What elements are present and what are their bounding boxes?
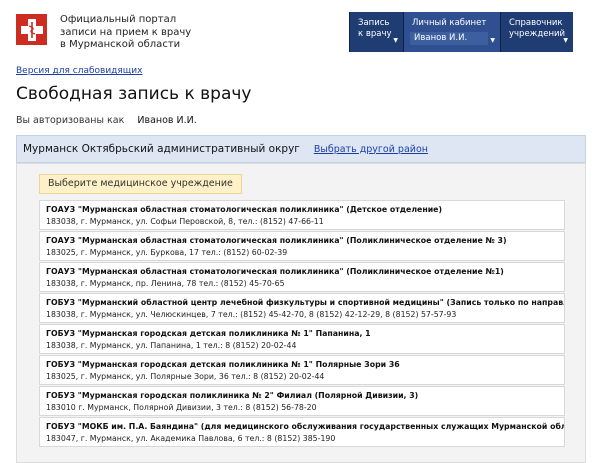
medical-cross-icon xyxy=(20,18,43,41)
district-bar: Мурманск Октябрьский административный ок… xyxy=(16,135,586,163)
district-name: Мурманск Октябрьский административный ок… xyxy=(23,143,300,155)
nav-record-label-line: к врачу xyxy=(358,29,392,39)
auth-user-name: Иванов И.И. xyxy=(137,115,197,126)
top-navigation: Запись к врачу ▼ Личный кабинет Иванов И… xyxy=(349,12,573,52)
nav-cabinet-user: Иванов И.И. xyxy=(410,32,488,45)
clinic-name: ГОАУЗ "Мурманская областная стоматологич… xyxy=(46,267,504,276)
clinic-list-item[interactable]: ГОБУЗ "МОКБ им. П.А. Баяндина" (для меди… xyxy=(39,417,565,447)
clinic-address: 183038, г. Мурманск, ул. Папанина, 1 тел… xyxy=(46,341,297,350)
nav-doctor-appointment[interactable]: Запись к врачу ▼ xyxy=(349,12,403,52)
clinic-name: ГОАУЗ "Мурманская областная стоматологич… xyxy=(46,236,507,245)
nav-record-label-line: Запись xyxy=(358,18,390,28)
nav-cabinet-label: Личный кабинет xyxy=(412,18,487,28)
auth-label: Вы авторизованы как xyxy=(16,115,125,126)
nav-institutions-directory[interactable]: Справочник учреждений ▼ xyxy=(500,12,573,52)
clinic-address: 183038, г. Мурманск, ул. Софьи Перовской… xyxy=(46,217,324,226)
chevron-down-icon: ▼ xyxy=(393,37,398,44)
clinic-name: ГОБУЗ "Мурманская городская детская поли… xyxy=(46,360,400,369)
clinic-list-item[interactable]: ГОБУЗ "Мурманская городская детская поли… xyxy=(39,355,565,385)
clinic-address: 183038, г. Мурманск, ул. Челюскинцев, 7 … xyxy=(46,310,457,319)
clinic-address: 183025, г. Мурманск, ул. Буркова, 17 тел… xyxy=(46,248,288,257)
clinic-list-item[interactable]: ГОБУЗ "Мурманская городская поликлиника … xyxy=(39,386,565,416)
select-institution-label: Выберите медицинское учреждение xyxy=(39,174,242,194)
clinic-address: 183025, г. Мурманск, ул. Полярные Зори, … xyxy=(46,372,325,381)
clinic-address: 183038, г. Мурманск, пр. Ленина, 78 тел.… xyxy=(46,279,285,288)
clinic-list-item[interactable]: ГОАУЗ "Мурманская областная стоматологич… xyxy=(39,231,565,261)
clinic-address: 183047, г. Мурманск, ул. Академика Павло… xyxy=(46,434,336,443)
clinic-name: ГОБУЗ "Мурманская городская поликлиника … xyxy=(46,391,419,400)
clinic-list-item[interactable]: ГОБУЗ "Мурманский областной центр лечебн… xyxy=(39,293,565,323)
clinic-list: ГОАУЗ "Мурманская областная стоматологич… xyxy=(39,200,565,448)
page-title: Свободная запись к врачу xyxy=(16,84,252,104)
institution-panel: Выберите медицинское учреждение ГОАУЗ "М… xyxy=(16,163,586,463)
auth-status: Вы авторизованы как Иванов И.И. xyxy=(16,115,197,126)
clinic-name: ГОБУЗ "Мурманский областной центр лечебн… xyxy=(46,298,565,307)
portal-title-line: записи на прием к врачу xyxy=(60,26,192,38)
chevron-down-icon: ▼ xyxy=(563,37,568,44)
portal-title: Официальный портал записи на прием к вра… xyxy=(60,14,240,52)
nav-directory-label-line: учреждений xyxy=(509,29,566,39)
clinic-address: 183010 г. Мурманск, Полярной Дивизии, 3 … xyxy=(46,403,317,412)
clinic-list-item[interactable]: ГОБУЗ "Мурманская городская детская поли… xyxy=(39,324,565,354)
portal-logo[interactable] xyxy=(16,14,47,45)
clinic-name: ГОБУЗ "МОКБ им. П.А. Баяндина" (для меди… xyxy=(46,422,565,431)
accessibility-version-link[interactable]: Версия для слабовидящих xyxy=(16,66,142,76)
nav-personal-cabinet[interactable]: Личный кабинет Иванов И.И. ▼ xyxy=(403,12,500,52)
clinic-list-item[interactable]: ГОАУЗ "Мурманская областная стоматологич… xyxy=(39,262,565,292)
chevron-down-icon: ▼ xyxy=(490,37,495,44)
clinic-list-item[interactable]: ГОАУЗ "Мурманская областная стоматологич… xyxy=(39,200,565,230)
nav-directory-label-line: Справочник xyxy=(509,18,563,28)
change-district-link[interactable]: Выбрать другой район xyxy=(314,144,428,155)
clinic-name: ГОБУЗ "Мурманская городская детская поли… xyxy=(46,329,371,338)
portal-title-line: в Мурманской области xyxy=(60,39,181,50)
clinic-name: ГОАУЗ "Мурманская областная стоматологич… xyxy=(46,205,443,214)
portal-title-line: Официальный портал xyxy=(60,14,177,25)
